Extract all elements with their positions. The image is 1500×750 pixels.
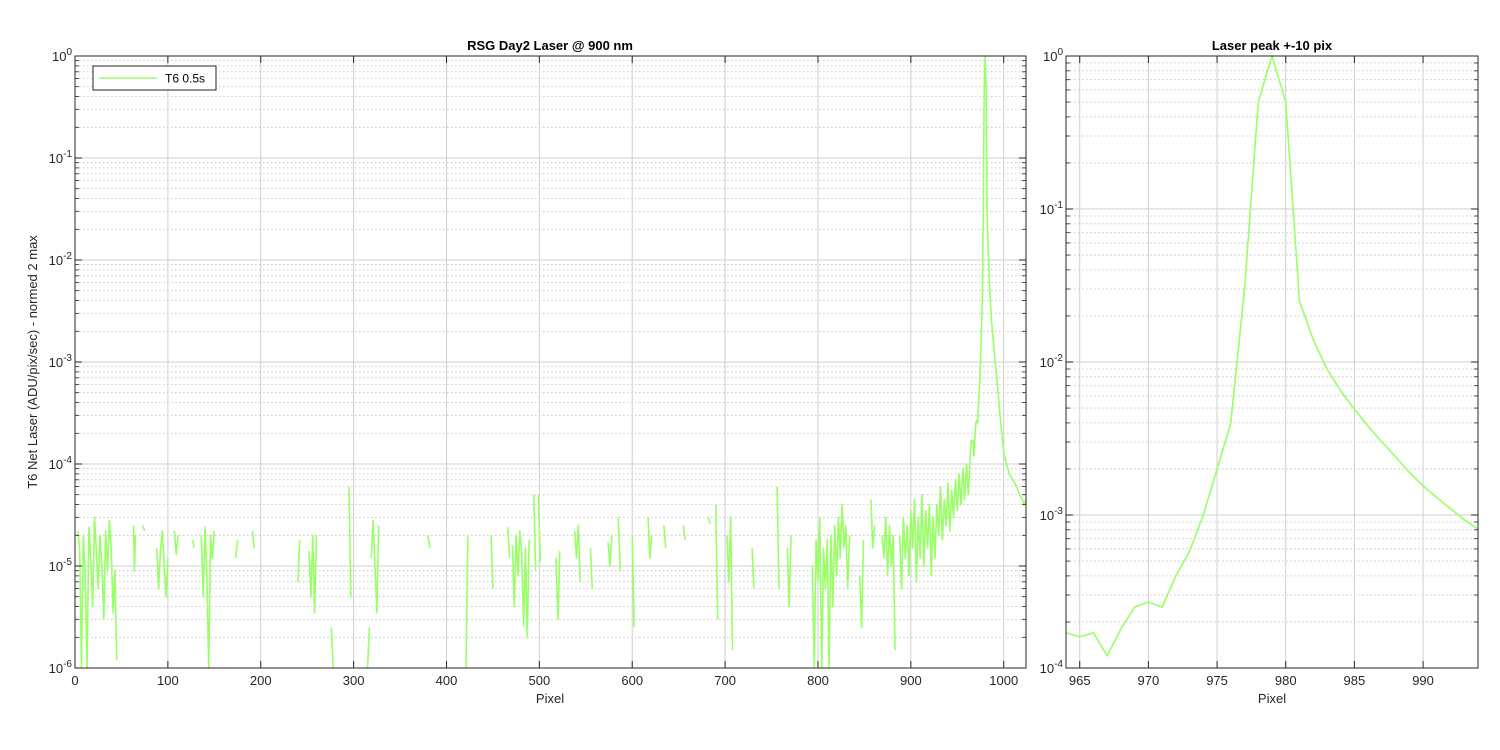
x-tick-label: 980 (1275, 673, 1297, 688)
zoom-chart: 10-410-310-210-1100965 970 975 980 985 990 La… (1040, 38, 1479, 706)
legend: T6 0.5s (92, 65, 217, 91)
x-tick-label: 600 (621, 673, 643, 688)
main-chart: 10-610-510-410-310-210-11000 100 200 300 400… (25, 38, 1027, 706)
x-tick-label: 700 (714, 673, 736, 688)
x-tick-label: 1000 (989, 673, 1018, 688)
x-tick-label: 500 (529, 673, 551, 688)
x-tick-label: 800 (807, 673, 829, 688)
main-x-axis-label: Pixel (536, 691, 564, 706)
x-tick-label: 400 (436, 673, 458, 688)
x-tick-label: 900 (900, 673, 922, 688)
x-tick-label: 100 (157, 673, 179, 688)
x-tick-label: 975 (1206, 673, 1228, 688)
x-tick-label: 965 (1069, 673, 1091, 688)
x-tick-label: 200 (250, 673, 272, 688)
x-tick-label: 0 (71, 673, 78, 688)
legend-entry-label: T6 0.5s (165, 72, 205, 86)
main-chart-title: RSG Day2 Laser @ 900 nm (467, 38, 633, 53)
zoom-x-axis-label: Pixel (1258, 691, 1286, 706)
x-tick-label: 985 (1344, 673, 1366, 688)
x-tick-label: 990 (1412, 673, 1434, 688)
figure: 10-610-510-410-310-210-11000 100 200 300 400… (0, 0, 1500, 750)
series-line-0 (192, 539, 195, 549)
x-tick-label: 970 (1138, 673, 1160, 688)
zoom-chart-title: Laser peak +-10 pix (1212, 38, 1333, 53)
x-tick-label: 300 (343, 673, 365, 688)
main-y-axis-label: T6 Net Laser (ADU/pix/sec) - normed 2 ma… (25, 235, 40, 489)
